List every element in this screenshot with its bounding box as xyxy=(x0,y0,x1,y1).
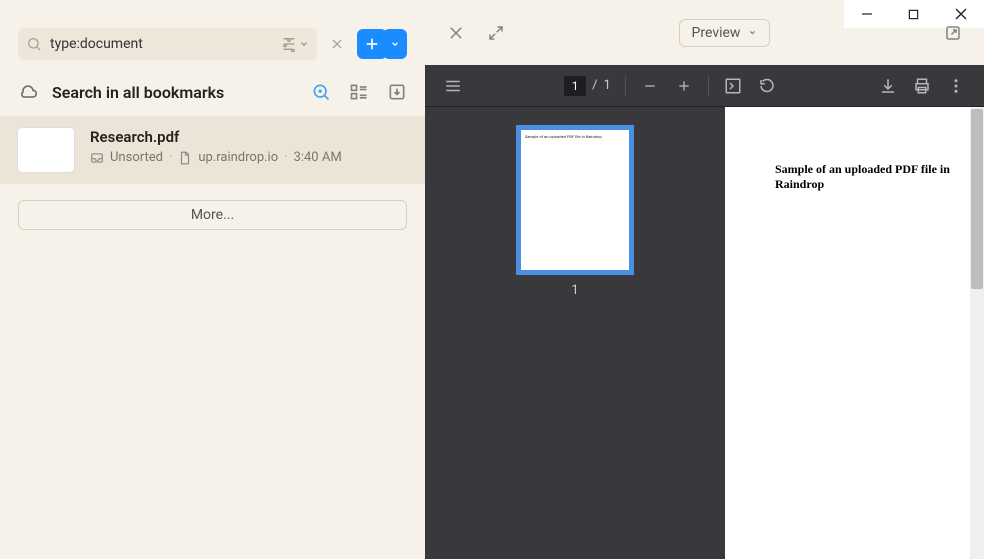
search-icon xyxy=(26,36,42,52)
thumbnail-page-number: 1 xyxy=(571,283,578,298)
download-pdf-button[interactable] xyxy=(878,76,898,96)
more-options-button[interactable] xyxy=(946,76,966,96)
pdf-content-text: Sample of an uploaded PDF file in Raindr… xyxy=(775,162,984,192)
item-domain: up.raindrop.io xyxy=(198,150,278,165)
chevron-down-icon xyxy=(390,39,400,49)
pdf-toolbar: 1 / 1 xyxy=(425,65,984,107)
item-title: Research.pdf xyxy=(90,128,407,146)
preview-mode-dropdown[interactable]: Preview xyxy=(679,19,771,47)
total-pages: 1 xyxy=(604,78,611,93)
pdf-thumbnail-strip: Sample of an uploaded PDF file in Raindr… xyxy=(425,107,725,559)
zoom-out-button[interactable] xyxy=(640,76,660,96)
rotate-button[interactable] xyxy=(757,76,777,96)
inbox-icon xyxy=(90,151,104,165)
page-indicator: 1 / 1 xyxy=(564,76,611,96)
item-meta: Unsorted · up.raindrop.io · 3:40 AM xyxy=(90,150,407,165)
item-thumbnail xyxy=(18,128,74,172)
fit-page-button[interactable] xyxy=(723,76,743,96)
preview-mode-label: Preview xyxy=(692,25,741,41)
download-icon[interactable] xyxy=(387,82,407,102)
item-folder: Unsorted xyxy=(110,150,163,165)
sidebar-toggle-button[interactable] xyxy=(443,76,463,96)
pdf-thumbnail[interactable]: Sample of an uploaded PDF file in Raindr… xyxy=(516,125,634,275)
pdf-page-view[interactable]: Sample of an uploaded PDF file in Raindr… xyxy=(725,107,984,559)
scrollbar[interactable] xyxy=(970,107,984,559)
current-page-input[interactable]: 1 xyxy=(564,76,586,96)
document-icon xyxy=(178,151,192,165)
window-minimize-button[interactable] xyxy=(845,0,889,28)
scrollbar-thumb[interactable] xyxy=(971,109,983,289)
view-options-icon[interactable] xyxy=(349,82,369,102)
more-button[interactable]: More... xyxy=(18,200,407,230)
cloud-icon xyxy=(18,82,38,102)
list-item[interactable]: Research.pdf Unsorted · up.raindrop.io ·… xyxy=(0,116,425,184)
window-controls xyxy=(844,0,984,28)
search-box[interactable] xyxy=(18,28,317,60)
open-external-icon[interactable] xyxy=(944,24,962,42)
item-time: 3:40 AM xyxy=(294,150,342,165)
print-button[interactable] xyxy=(912,76,932,96)
page-title: Search in all bookmarks xyxy=(52,83,224,102)
expand-icon[interactable] xyxy=(487,24,505,42)
clear-search-button[interactable] xyxy=(323,28,351,60)
zoom-in-button[interactable] xyxy=(674,76,694,96)
add-dropdown-button[interactable] xyxy=(383,29,407,59)
filtered-search-icon[interactable] xyxy=(311,82,331,102)
close-icon xyxy=(330,37,344,51)
search-input[interactable] xyxy=(50,36,273,52)
chevron-down-icon xyxy=(748,28,757,37)
plus-icon xyxy=(364,36,380,52)
window-maximize-button[interactable] xyxy=(892,0,936,28)
close-preview-button[interactable] xyxy=(447,24,465,42)
search-filter-toggle[interactable] xyxy=(281,36,309,52)
